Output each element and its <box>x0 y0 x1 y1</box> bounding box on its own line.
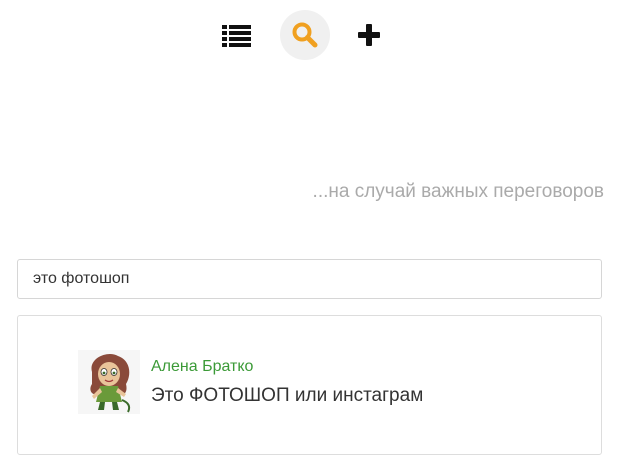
message-text: Это ФОТОШОП или инстаграм <box>151 385 424 406</box>
tagline-text: ...на случай важных переговоров <box>312 181 604 202</box>
plus-icon <box>358 24 380 46</box>
search-button[interactable] <box>280 10 330 60</box>
search-input[interactable] <box>33 270 601 288</box>
add-button[interactable] <box>344 10 394 60</box>
top-toolbar <box>0 10 620 62</box>
avatar[interactable] <box>78 350 140 414</box>
result-item[interactable]: Алена Братко Это ФОТОШОП или инстаграм <box>78 350 578 414</box>
search-field-container[interactable] <box>17 259 602 299</box>
cartoon-character-avatar-icon <box>90 353 131 413</box>
results-panel: Алена Братко Это ФОТОШОП или инстаграм <box>17 315 602 455</box>
list-icon <box>222 25 251 47</box>
author-name[interactable]: Алена Братко <box>151 358 253 376</box>
search-icon <box>292 22 318 48</box>
list-button[interactable] <box>212 10 262 60</box>
